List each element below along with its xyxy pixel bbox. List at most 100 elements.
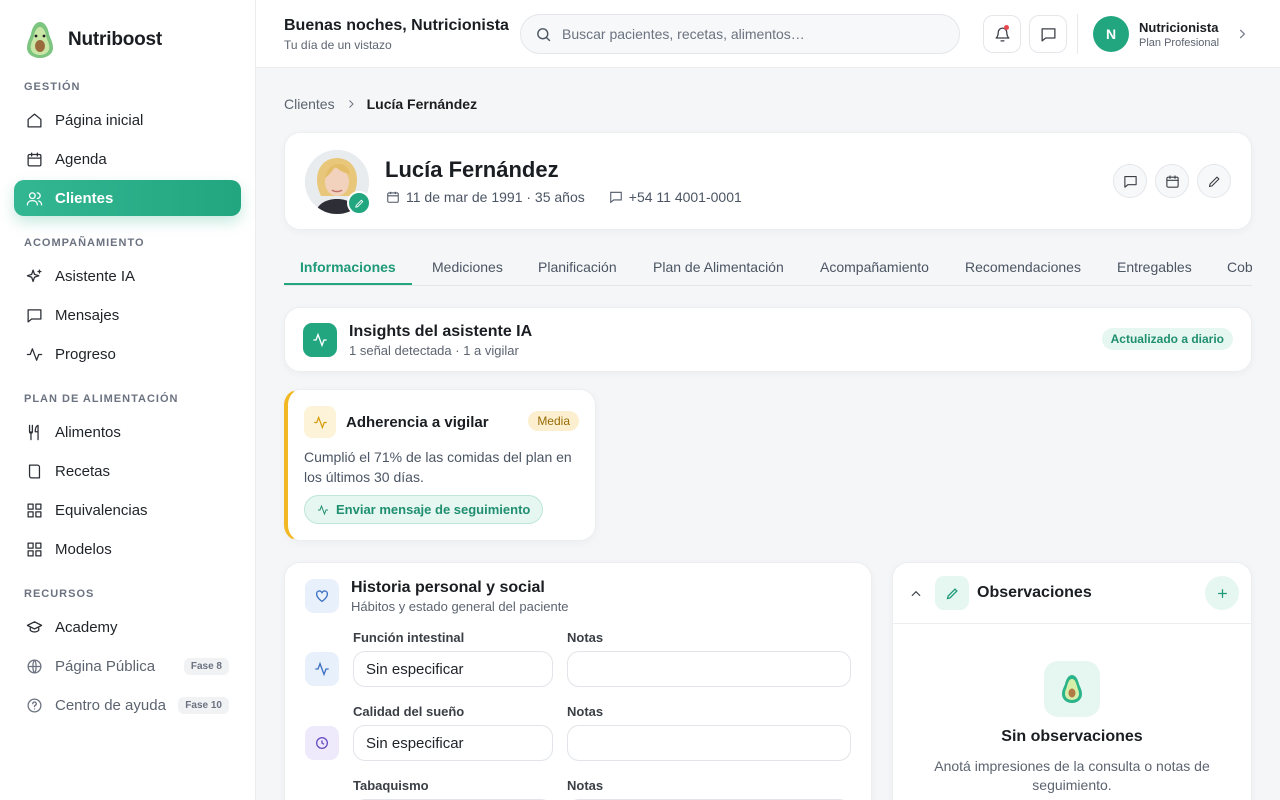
activity-icon xyxy=(303,323,337,357)
user-name: Nutricionista xyxy=(1139,19,1219,35)
history-card: Historia personal y social Hábitos y est… xyxy=(284,562,872,800)
edit-photo-button[interactable] xyxy=(347,191,371,215)
section-title-plan: PLAN DE ALIMENTACIÓN xyxy=(24,393,179,405)
patient-tabs: Informaciones Mediciones Planificación P… xyxy=(284,250,1252,286)
edit-patient-button[interactable] xyxy=(1197,164,1231,198)
sidebar-item-label: Recetas xyxy=(55,462,111,480)
intestinal-function-select[interactable]: Sin especificar xyxy=(353,651,553,687)
message-icon xyxy=(609,191,622,204)
utensils-icon xyxy=(28,424,39,440)
history-title: Historia personal y social xyxy=(351,579,545,596)
tab-recomendaciones[interactable]: Recomendaciones xyxy=(965,259,1081,275)
clock-icon xyxy=(305,726,339,760)
brand[interactable]: Nutriboost xyxy=(24,20,162,60)
patient-birth: 11 de mar de 1991 · 35 años xyxy=(406,189,585,205)
sidebar-item-label: Modelos xyxy=(55,540,112,558)
sidebar-item-centro-ayuda[interactable]: Centro de ayuda Fase 10 xyxy=(14,687,241,723)
plus-icon xyxy=(1217,588,1227,598)
section-title-acompanamiento: ACOMPAÑAMIENTO xyxy=(24,237,145,249)
chevron-up-icon[interactable] xyxy=(909,587,923,601)
profile-actions xyxy=(1113,164,1231,198)
active-tab-indicator xyxy=(284,283,412,285)
breadcrumb: Clientes Lucía Fernández xyxy=(284,96,477,112)
schedule-button[interactable] xyxy=(1155,164,1189,198)
sleep-quality-select[interactable]: Sin especificar xyxy=(353,725,553,761)
sidebar-item-home[interactable]: Página inicial xyxy=(14,102,241,138)
book-icon xyxy=(28,463,41,479)
message-patient-button[interactable] xyxy=(1113,164,1147,198)
ai-insights-card: Insights del asistente IA 1 señal detect… xyxy=(284,307,1252,372)
send-followup-label: Enviar mensaje de seguimiento xyxy=(336,502,531,517)
home-icon xyxy=(27,112,42,128)
sidebar-item-pagina-publica[interactable]: Página Pública Fase 8 xyxy=(14,648,241,684)
tab-entregables[interactable]: Entregables xyxy=(1117,259,1192,275)
sidebar-item-alimentos[interactable]: Alimentos xyxy=(14,414,241,450)
notes-label: Notas xyxy=(567,704,604,719)
sidebar-item-recetas[interactable]: Recetas xyxy=(14,453,241,489)
status-badge: Actualizado a diario xyxy=(1101,328,1233,350)
patient-meta: 11 de mar de 1991 · 35 años +54 11 4001-… xyxy=(386,189,742,205)
search-input[interactable] xyxy=(562,26,942,42)
sparkle-icon xyxy=(26,268,42,282)
breadcrumb-parent[interactable]: Clientes xyxy=(284,96,335,112)
chevron-right-icon xyxy=(348,100,354,108)
adherence-title: Adherencia a vigilar xyxy=(346,414,489,431)
calendar-icon xyxy=(1165,174,1179,188)
message-icon xyxy=(27,308,42,323)
heart-icon xyxy=(305,579,339,613)
observations-card: Observaciones Sin observaciones Anotá im… xyxy=(892,562,1252,800)
phase-badge: Fase 8 xyxy=(183,657,229,675)
insights-title: Insights del asistente IA xyxy=(349,323,533,340)
sidebar-item-label: Alimentos xyxy=(55,423,121,441)
tab-planificacion[interactable]: Planificación xyxy=(538,259,617,275)
search-bar[interactable] xyxy=(520,14,960,54)
field-label: Tabaquismo xyxy=(353,778,429,793)
sidebar-item-modelos[interactable]: Modelos xyxy=(14,531,241,567)
pencil-icon xyxy=(935,576,969,610)
profile-card: Lucía Fernández 11 de mar de 1991 · 35 a… xyxy=(284,132,1252,230)
field-label: Función intestinal xyxy=(353,630,465,645)
sidebar-item-label: Academy xyxy=(55,618,118,636)
sleep-notes-field[interactable] xyxy=(567,725,851,761)
sidebar: Nutriboost GESTIÓN Página inicial Agenda… xyxy=(0,0,256,800)
patient-name: Lucía Fernández xyxy=(385,157,559,182)
send-followup-button[interactable]: Enviar mensaje de seguimiento xyxy=(304,495,544,524)
sidebar-item-academy[interactable]: Academy xyxy=(14,609,241,645)
sidebar-item-label: Equivalencias xyxy=(55,501,148,519)
section-title-gestion: GESTIÓN xyxy=(24,81,81,93)
sidebar-item-asistente-ia[interactable]: Asistente IA xyxy=(14,258,241,294)
grid-icon xyxy=(27,541,42,557)
empty-state-title: Sin observaciones xyxy=(1001,728,1143,745)
tab-acompanamiento[interactable]: Acompañamiento xyxy=(820,259,929,275)
intestinal-notes-field[interactable] xyxy=(567,651,851,687)
sidebar-item-label: Agenda xyxy=(55,150,107,168)
tab-cobros[interactable]: Cob xyxy=(1227,259,1252,275)
sidebar-item-equivalencias[interactable]: Equivalencias xyxy=(14,492,241,528)
tab-plan-alimentacion[interactable]: Plan de Alimentación xyxy=(653,259,784,275)
avatar: N xyxy=(1093,16,1129,52)
sidebar-item-agenda[interactable]: Agenda xyxy=(14,141,241,177)
add-observation-button[interactable] xyxy=(1205,576,1239,610)
activity-icon xyxy=(318,504,328,515)
sidebar-item-progreso[interactable]: Progreso xyxy=(14,336,241,372)
observations-title: Observaciones xyxy=(977,584,1092,601)
notifications-button[interactable] xyxy=(983,15,1021,53)
sidebar-item-mensajes[interactable]: Mensajes xyxy=(14,297,241,333)
adherence-text: Cumplió el 71% de las comidas del plan e… xyxy=(304,449,572,485)
sidebar-item-label: Página inicial xyxy=(55,111,144,129)
chevron-right-icon xyxy=(1239,29,1246,39)
message-icon xyxy=(1040,27,1056,42)
calendar-icon xyxy=(27,151,42,167)
sidebar-item-clientes[interactable]: Clientes xyxy=(14,180,241,216)
user-menu[interactable]: N Nutricionista Plan Profesional xyxy=(1093,16,1249,52)
graduation-cap-icon xyxy=(26,620,43,633)
notification-dot xyxy=(1004,25,1009,30)
pencil-icon xyxy=(1208,176,1219,187)
insights-subtitle: 1 señal detectada · 1 a vigilar xyxy=(349,343,519,358)
sidebar-item-label: Asistente IA xyxy=(55,267,136,285)
notes-label: Notas xyxy=(567,630,604,645)
sidebar-item-label: Progreso xyxy=(55,345,116,363)
messages-button[interactable] xyxy=(1029,15,1067,53)
tab-mediciones[interactable]: Mediciones xyxy=(432,259,503,275)
tab-informaciones[interactable]: Informaciones xyxy=(300,259,396,275)
